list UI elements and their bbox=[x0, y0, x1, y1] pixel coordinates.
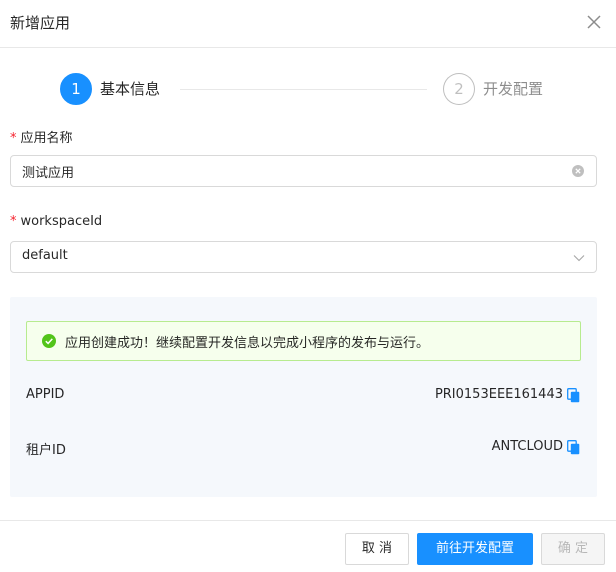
workspace-label-text: workspaceId bbox=[20, 214, 103, 229]
confirm-button[interactable]: 确 定 bbox=[541, 533, 605, 565]
copy-icon[interactable] bbox=[567, 440, 580, 455]
workspace-value: default bbox=[22, 248, 68, 263]
clear-icon[interactable] bbox=[572, 165, 584, 177]
modal-header: 新增应用 bbox=[0, 0, 616, 48]
step-1-label: 基本信息 bbox=[100, 80, 161, 98]
workspace-label: * workspaceId bbox=[10, 214, 102, 229]
app-name-value: 测试应用 bbox=[22, 166, 75, 181]
cancel-button[interactable]: 取 消 bbox=[345, 533, 409, 565]
chevron-down-icon[interactable] bbox=[573, 252, 585, 264]
required-mark: * bbox=[10, 214, 17, 229]
required-mark: * bbox=[10, 131, 17, 146]
app-name-label-text: 应用名称 bbox=[20, 131, 73, 146]
step-connector bbox=[180, 89, 427, 90]
step-1-number: 1 bbox=[60, 73, 92, 105]
go-to-dev-config-button[interactable]: 前往开发配置 bbox=[417, 533, 533, 565]
modal-footer: 取 消 前往开发配置 确 定 bbox=[0, 520, 616, 572]
check-circle-icon bbox=[42, 334, 56, 348]
appid-value: PRI0153EEE161443 bbox=[434, 387, 563, 402]
app-name-label: * 应用名称 bbox=[10, 127, 73, 146]
workspace-select[interactable]: default bbox=[10, 241, 597, 273]
app-info-panel: 应用创建成功！继续配置开发信息以完成小程序的发布与运行。 APPID PRI01… bbox=[10, 297, 597, 497]
appid-label: APPID bbox=[26, 387, 65, 402]
steps: 1 基本信息 2 开发配置 bbox=[60, 73, 560, 105]
app-name-input[interactable]: 测试应用 bbox=[10, 155, 597, 187]
tenant-id-value: ANTCLOUD bbox=[491, 439, 563, 454]
create-app-modal: 新增应用 1 基本信息 2 开发配置 * 应用名称 测试应用 * workspace… bbox=[0, 0, 616, 572]
close-icon[interactable] bbox=[584, 12, 604, 32]
copy-icon[interactable] bbox=[567, 388, 580, 403]
tenant-id-label: 租户ID bbox=[26, 443, 66, 458]
success-alert: 应用创建成功！继续配置开发信息以完成小程序的发布与运行。 bbox=[26, 321, 581, 361]
step-2-label: 开发配置 bbox=[483, 80, 544, 98]
step-2-number: 2 bbox=[443, 73, 475, 105]
modal-title: 新增应用 bbox=[10, 14, 71, 32]
success-message: 应用创建成功！继续配置开发信息以完成小程序的发布与运行。 bbox=[65, 336, 430, 351]
